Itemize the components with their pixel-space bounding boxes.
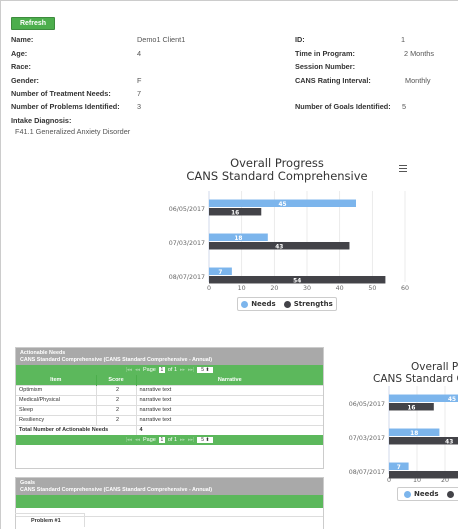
legend-item-needs[interactable]: Needs (241, 300, 276, 308)
next-page-icon[interactable]: ▸▸ (180, 367, 185, 373)
side-legend-item-needs[interactable]: Needs (404, 490, 439, 498)
dashboard-frame: Refresh Name: Demo1 Client1 ID: 1 Age: 4… (0, 0, 458, 529)
actionable-needs-panel: Actionable Needs CANS Standard Comprehen… (15, 347, 324, 469)
cell-score: 2 (95, 384, 136, 395)
side-chart-legend: Needs (397, 487, 458, 501)
goals-subtitle: CANS Standard Comprehensive (CANS Standa… (20, 486, 213, 493)
side-chart-subtitle: CANS Standard Co (373, 373, 458, 385)
side-data-label: 43 (445, 439, 453, 445)
page-input[interactable]: 1 (158, 367, 165, 373)
side-y-tick-label: 07/03/2017 (349, 435, 385, 442)
cell-narrative: narrative text (135, 394, 323, 405)
cell-item: Medical/Physical (16, 394, 96, 405)
y-tick-label: 07/03/2017 (169, 240, 205, 247)
side-data-label: 16 (407, 405, 415, 411)
legend-strengths-label: Strengths (293, 300, 333, 308)
needs-dot-icon (241, 300, 249, 308)
legend-item-strengths[interactable]: Strengths (283, 300, 333, 308)
table-row[interactable]: Medical/Physical 2 narrative text (16, 394, 323, 405)
table-row[interactable]: Sleep 2 narrative text (16, 404, 323, 415)
x-tick-label: 50 (368, 285, 376, 292)
data-label: 45 (278, 202, 286, 208)
data-label: 7 (218, 270, 222, 276)
prev-page-icon[interactable]: ◂◂ (135, 367, 140, 373)
strengths-dot-icon (283, 300, 291, 308)
legend-needs-label: Needs (251, 300, 276, 308)
total-row: Total Number of Actionable Needs 4 (16, 424, 323, 435)
data-label: 43 (275, 244, 283, 250)
side-data-label: 18 (410, 431, 418, 437)
cell-item: Optimism (16, 384, 96, 395)
y-tick-label: 06/05/2017 (169, 206, 205, 213)
last-page-icon[interactable]: ▸▸| (188, 367, 194, 373)
x-tick-label: 10 (238, 285, 246, 292)
col-score[interactable]: Score (95, 375, 136, 385)
next-page-icon[interactable]: ▸▸ (180, 437, 185, 443)
last-page-icon[interactable]: ▸▸| (188, 437, 194, 443)
side-bar-strengths[interactable] (389, 471, 458, 479)
page-size-value: 5 (201, 437, 204, 443)
data-label: 18 (234, 236, 242, 242)
x-tick-label: 40 (336, 285, 344, 292)
cell-score: 2 (95, 414, 136, 425)
cell-score: 2 (95, 404, 136, 415)
page-size-select[interactable]: 5 ⬍ (197, 437, 214, 443)
data-label: 54 (293, 278, 301, 284)
page-label: Page (142, 437, 156, 443)
actionable-needs-table: Item Score Narrative Optimism 2 narrativ… (16, 375, 323, 435)
total-label: Total Number of Actionable Needs (16, 424, 136, 435)
page-size-select[interactable]: 5 ⬍ (197, 367, 214, 373)
goals-toolbar (16, 495, 323, 508)
x-tick-label: 0 (207, 285, 211, 292)
chart-legend: Needs Strengths (237, 297, 337, 311)
data-label: 16 (231, 210, 239, 216)
goals-header: Goals CANS Standard Comprehensive (CANS … (16, 478, 323, 495)
x-tick-label: 60 (401, 285, 409, 292)
col-item[interactable]: Item (16, 375, 96, 385)
pager-top: |◂◂ ◂◂ Page 1 of 1 ▸▸ ▸▸| 5 ⬍ (16, 365, 323, 375)
page-count-label: of 1 (167, 437, 178, 443)
total-value: 4 (135, 424, 323, 435)
table-row[interactable]: Resiliency 2 narrative text (16, 414, 323, 425)
page-label: Page (142, 367, 156, 373)
page-size-value: 5 (201, 367, 204, 373)
side-y-tick-label: 06/05/2017 (349, 401, 385, 408)
table-row[interactable]: Optimism 2 narrative text (16, 384, 323, 395)
cell-narrative: narrative text (135, 414, 323, 425)
page-count-label: of 1 (167, 367, 178, 373)
pager-bottom: |◂◂ ◂◂ Page 1 of 1 ▸▸ ▸▸| 5 ⬍ (16, 435, 323, 445)
side-data-label: 7 (397, 465, 401, 471)
cell-narrative: narrative text (135, 404, 323, 415)
first-page-icon[interactable]: |◂◂ (126, 367, 132, 373)
side-legend-item-strengths[interactable] (446, 490, 457, 498)
needs-dot-icon (404, 490, 411, 498)
side-data-label: 45 (448, 397, 456, 403)
x-tick-label: 20 (270, 285, 278, 292)
actionable-needs-subtitle: CANS Standard Comprehensive (CANS Standa… (20, 356, 213, 363)
side-chart-title: Overall Pro (411, 361, 458, 373)
strengths-dot-icon (446, 490, 454, 498)
cell-item: Resiliency (16, 414, 96, 425)
side-legend-needs-label: Needs (414, 490, 439, 498)
actionable-needs-header: Actionable Needs CANS Standard Comprehen… (16, 348, 323, 365)
cell-score: 2 (95, 394, 136, 405)
col-narrative[interactable]: Narrative (135, 375, 323, 385)
x-tick-label: 30 (303, 285, 311, 292)
y-tick-label: 08/07/2017 (169, 274, 205, 281)
side-y-tick-label: 08/07/2017 (349, 469, 385, 476)
first-page-icon[interactable]: |◂◂ (126, 437, 132, 443)
prev-page-icon[interactable]: ◂◂ (135, 437, 140, 443)
cell-narrative: narrative text (135, 384, 323, 395)
page-input[interactable]: 1 (158, 437, 165, 443)
cell-item: Sleep (16, 404, 96, 415)
problem-label: Problem #1 (15, 513, 85, 527)
